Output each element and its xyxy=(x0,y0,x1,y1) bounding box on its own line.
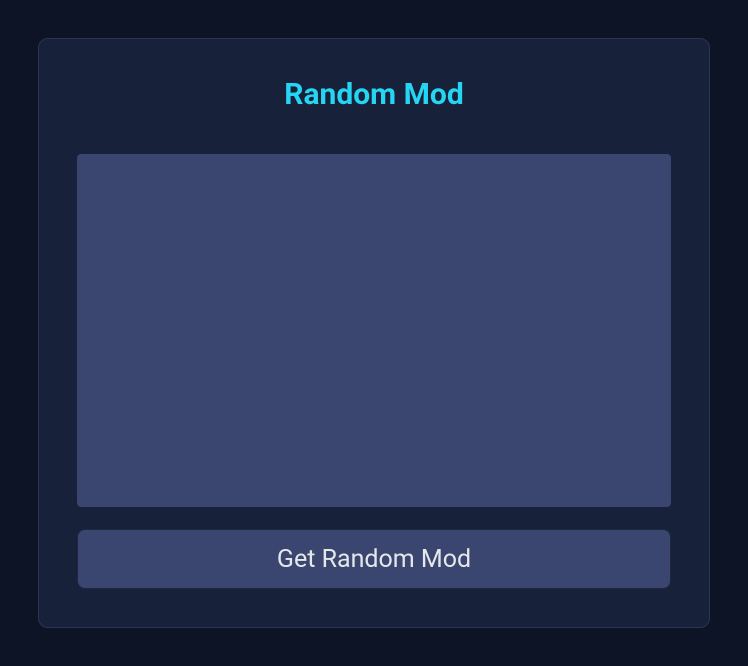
card-title: Random Mod xyxy=(77,77,671,112)
random-mod-card: Random Mod Get Random Mod xyxy=(38,38,710,628)
mod-display-area xyxy=(77,154,671,507)
get-random-mod-button[interactable]: Get Random Mod xyxy=(77,529,671,589)
